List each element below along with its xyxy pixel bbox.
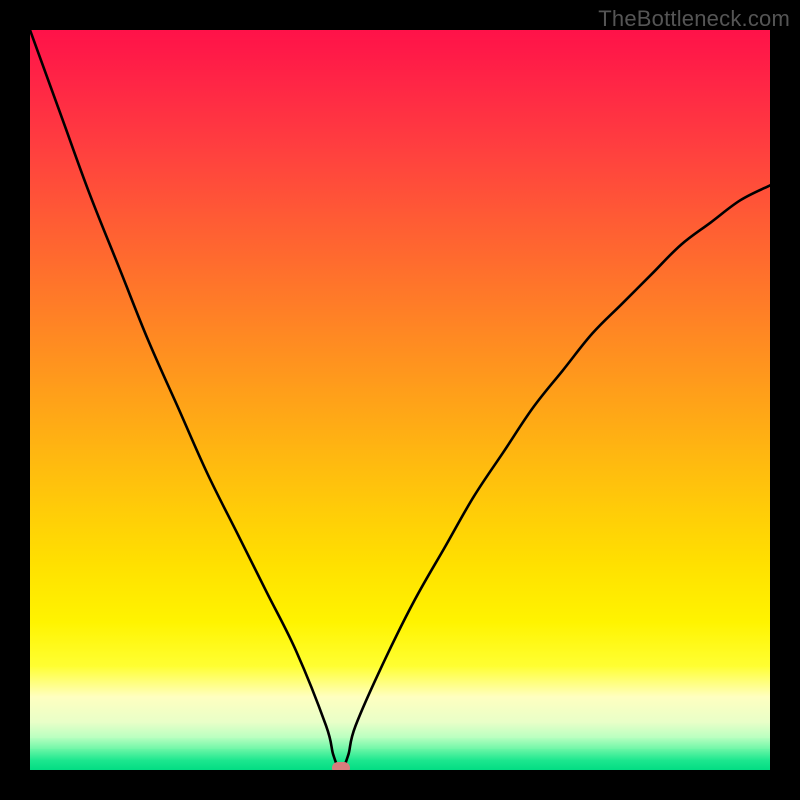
bottleneck-curve xyxy=(30,30,770,770)
optimal-marker xyxy=(332,762,350,770)
chart-frame: TheBottleneck.com xyxy=(0,0,800,800)
curve-layer xyxy=(30,30,770,770)
plot-area xyxy=(30,30,770,770)
watermark-text: TheBottleneck.com xyxy=(598,6,790,32)
